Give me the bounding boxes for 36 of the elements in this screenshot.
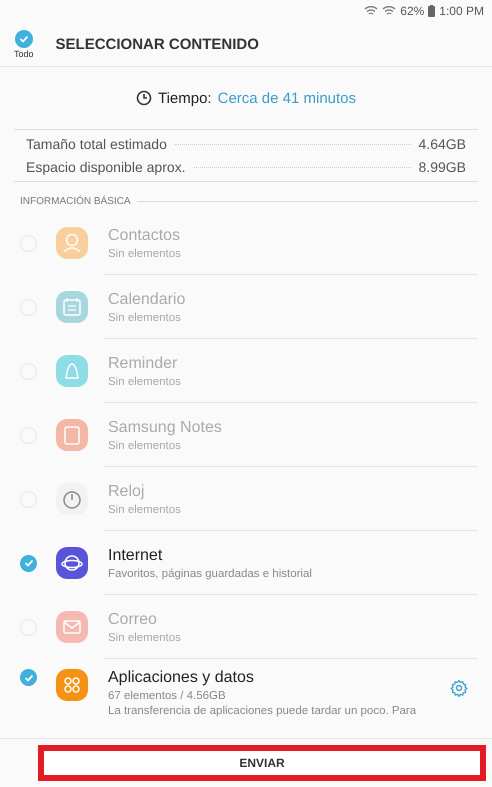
item-name: Contactos xyxy=(108,226,182,244)
item-name: Reminder xyxy=(108,354,178,372)
item-name: Calendario xyxy=(108,290,186,308)
item-checkbox[interactable] xyxy=(20,669,37,686)
time-label: Tiempo: xyxy=(158,90,212,106)
page-title: SELECCIONAR CONTENIDO xyxy=(56,36,259,52)
wifi-icon xyxy=(364,5,378,17)
send-button[interactable]: ENVIAR xyxy=(44,751,480,775)
item-name: Reloj xyxy=(108,482,146,500)
item-detail: Sin elementos xyxy=(108,440,182,452)
battery-icon xyxy=(428,5,436,17)
item-checkbox[interactable] xyxy=(20,554,37,572)
battery-percent: 62% xyxy=(400,4,424,18)
item-detail: Sin elementos xyxy=(108,632,182,644)
item-detail: Sin elementos xyxy=(108,248,182,260)
item-detail: Sin elementos xyxy=(108,312,182,324)
item-note: La transferencia de aplicaciones puede tardar un poco. Para xyxy=(108,705,418,717)
size-label: Espacio disponible aprox. xyxy=(26,159,186,175)
size-value: 4.64GB xyxy=(418,136,466,152)
item-detail: Sin elementos xyxy=(108,376,182,388)
check-icon xyxy=(22,557,34,569)
time-value: Cerca de 41 minutos xyxy=(218,90,356,106)
size-value: 8.99GB xyxy=(418,159,466,175)
wifi-icon xyxy=(382,5,396,17)
section-title: INFORMACIÓN BÁSICA xyxy=(20,196,131,207)
clock: 1:00 PM xyxy=(439,4,484,18)
item-name: Aplicaciones y datos xyxy=(108,669,255,687)
item-detail: 67 elementos / 4.56GB xyxy=(108,690,227,702)
item-name: Correo xyxy=(108,610,158,628)
item-detail: Sin elementos xyxy=(108,504,182,516)
clock-icon xyxy=(136,90,152,106)
size-label: Tamaño total estimado xyxy=(26,136,167,152)
item-detail: Favoritos, páginas guardadas e historial xyxy=(108,568,313,580)
item-name: Internet xyxy=(108,546,164,564)
settings-icon[interactable] xyxy=(450,679,468,697)
item-name: Samsung Notes xyxy=(108,418,223,436)
